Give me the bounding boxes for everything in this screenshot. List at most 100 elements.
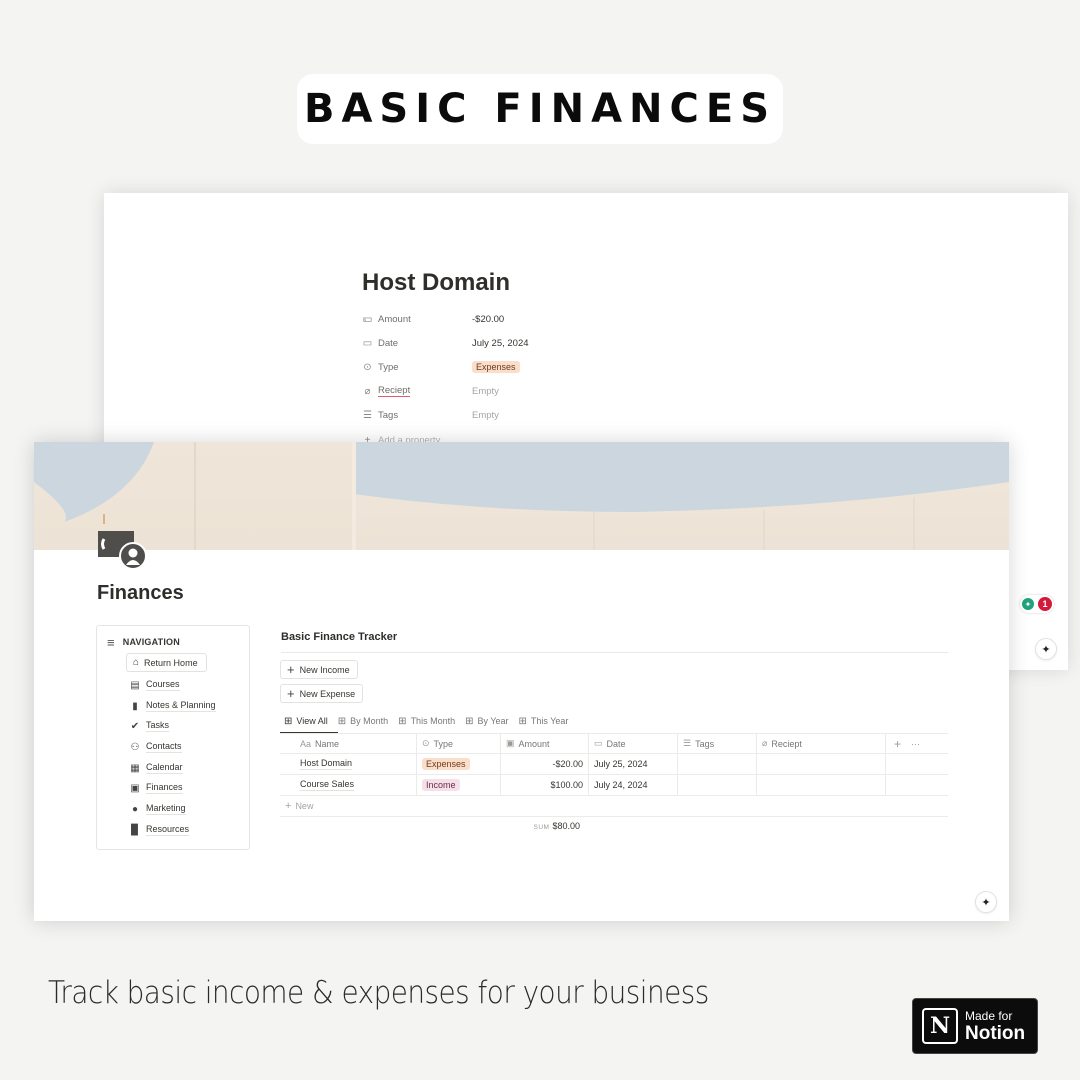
table-icon: ⊞	[337, 715, 347, 727]
calendar-icon: ▭	[362, 337, 373, 349]
property-amount[interactable]: 💵︎ Amount -$20.00	[362, 310, 504, 328]
nav-item-calendar[interactable]: ▦ Calendar	[129, 760, 183, 776]
column-header-date[interactable]: ▭ Date	[589, 734, 678, 753]
ai-sparkle-button-back[interactable]: ✦	[1035, 638, 1057, 660]
nav-item-label: Contacts	[146, 741, 182, 753]
column-label: Date	[606, 738, 626, 749]
property-value[interactable]: Empty	[472, 410, 499, 421]
page-title[interactable]: Finances	[97, 582, 184, 605]
people-icon: ⚇	[130, 741, 140, 753]
row-tags[interactable]	[678, 775, 757, 795]
money-icon: ▣	[130, 782, 140, 794]
cover-image[interactable]	[34, 442, 1009, 550]
nav-item-tasks[interactable]: ✔︎ Tasks	[129, 718, 170, 734]
row-tags[interactable]	[678, 754, 757, 774]
tagline: Track basic income & expenses for your b…	[48, 975, 709, 1011]
property-value[interactable]: July 25, 2024	[472, 338, 529, 349]
nav-item-label: Notes & Planning	[146, 700, 216, 712]
column-label: Name	[315, 738, 340, 749]
row-reciept[interactable]	[757, 754, 886, 774]
notification-count-badge[interactable]: 1	[1038, 597, 1052, 611]
row-amount[interactable]: $100.00	[501, 775, 589, 795]
side-badges[interactable]: ✦ 1	[1020, 595, 1054, 613]
new-expense-button[interactable]: + New Expense	[280, 684, 364, 703]
add-column-icon[interactable]: +	[894, 737, 901, 751]
plus-icon: +	[285, 800, 292, 812]
database-title[interactable]: Basic Finance Tracker	[281, 631, 397, 643]
row-date[interactable]: July 25, 2024	[589, 754, 678, 774]
nav-item-courses[interactable]: ▤ Courses	[129, 677, 180, 693]
more-options-icon[interactable]: ···	[911, 739, 920, 749]
tab-by-year[interactable]: ⊞ By Year	[465, 713, 508, 729]
table-icon: ⊞	[518, 715, 527, 727]
check-circle-icon: ✔︎	[130, 720, 140, 732]
nav-item-label: Finances	[146, 782, 183, 794]
nav-item-resources[interactable]: ▉ Resources	[129, 822, 190, 838]
row-amount[interactable]: -$20.00	[501, 754, 589, 774]
notion-logo-icon: N	[922, 1008, 958, 1044]
badge-big-text: Notion	[965, 1022, 1026, 1044]
property-reciept[interactable]: ⌀ Reciept Empty	[362, 382, 499, 400]
tab-view-all[interactable]: ⊞ View All	[284, 713, 328, 729]
property-value[interactable]: -$20.00	[472, 314, 504, 325]
sum-calculation[interactable]: SUM $80.00	[280, 821, 580, 831]
type-tag[interactable]: Expenses	[422, 758, 470, 770]
column-actions: + ···	[886, 734, 948, 753]
tab-by-month[interactable]: ⊞ By Month	[338, 713, 388, 729]
tab-label: By Year	[477, 716, 509, 726]
ai-sparkle-button[interactable]: ✦	[975, 891, 997, 913]
type-tag[interactable]: Expenses	[472, 360, 520, 373]
column-label: Tags	[695, 738, 715, 749]
new-income-button[interactable]: + New Income	[280, 660, 358, 679]
detail-page-title[interactable]: Host Domain	[362, 269, 510, 297]
property-label: Date	[378, 337, 399, 349]
divider	[281, 652, 948, 653]
column-label: Reciept	[771, 738, 802, 749]
menu-icon: ≡	[107, 634, 115, 650]
column-header-reciept[interactable]: ⌀ Reciept	[757, 734, 886, 753]
archive-icon: ▤	[130, 679, 140, 691]
table-row[interactable]: Host Domain Expenses -$20.00 July 25, 20…	[280, 754, 948, 775]
row-name[interactable]: Host Domain	[300, 758, 353, 770]
row-reciept[interactable]	[757, 775, 886, 795]
property-date[interactable]: ▭ Date July 25, 2024	[362, 334, 529, 352]
finances-page-window: Finances ≡ NAVIGATION ⌂ Return Home ▤ Cou…	[34, 442, 1009, 921]
select-icon: ⊙	[363, 361, 372, 373]
row-date[interactable]: July 24, 2024	[589, 775, 678, 795]
tab-label: View All	[296, 716, 328, 726]
tab-label: By Month	[350, 716, 389, 726]
text-property-icon: Aa	[300, 738, 312, 749]
property-tags[interactable]: ☰ Tags Empty	[362, 406, 499, 424]
nav-item-label: Tasks	[146, 720, 170, 732]
property-value[interactable]: Empty	[472, 386, 499, 397]
tab-this-year[interactable]: ⊞ This Year	[519, 713, 569, 729]
property-type[interactable]: ⊙ Type Expenses	[362, 358, 520, 376]
table-icon: ⊞	[465, 715, 474, 727]
row-name[interactable]: Course Sales	[300, 779, 355, 791]
nav-item-marketing[interactable]: ● Marketing	[129, 801, 186, 817]
view-tabs: ⊞ View All ⊞ By Month ⊞ This Month ⊞ By Year…	[284, 713, 568, 729]
column-header-name[interactable]: Aa Name	[280, 734, 417, 753]
navigation-callout: ≡ NAVIGATION ⌂ Return Home ▤ Courses ▮ Not…	[96, 625, 250, 850]
new-income-label: New Income	[299, 664, 350, 675]
nav-item-notes-planning[interactable]: ▮ Notes & Planning	[129, 698, 216, 714]
money-icon: 💵︎	[363, 313, 372, 325]
document-icon: ▮	[132, 700, 138, 712]
nav-item-finances[interactable]: ▣ Finances	[129, 780, 183, 796]
column-header-tags[interactable]: ☰ Tags	[678, 734, 757, 753]
tab-this-month[interactable]: ⊞ This Month	[398, 713, 455, 729]
list-icon: ☰	[683, 738, 692, 748]
table-row[interactable]: Course Sales Income $100.00 July 24, 202…	[280, 775, 948, 796]
lightbulb-icon[interactable]: ✦	[1022, 598, 1034, 610]
return-home-button[interactable]: ⌂ Return Home	[126, 653, 207, 672]
calendar-icon: ▦	[130, 762, 140, 774]
sparkle-icon: ✦	[981, 896, 991, 909]
nav-item-contacts[interactable]: ⚇ Contacts	[129, 739, 182, 755]
column-header-type[interactable]: ⊙ Type	[417, 734, 501, 753]
page-icon-money[interactable]	[96, 529, 148, 569]
nav-item-label: Marketing	[146, 803, 186, 815]
type-tag[interactable]: Income	[422, 779, 460, 791]
new-row-button[interactable]: + New	[280, 796, 948, 817]
tab-label: This Month	[410, 716, 456, 726]
column-header-amount[interactable]: ▣ Amount	[501, 734, 589, 753]
